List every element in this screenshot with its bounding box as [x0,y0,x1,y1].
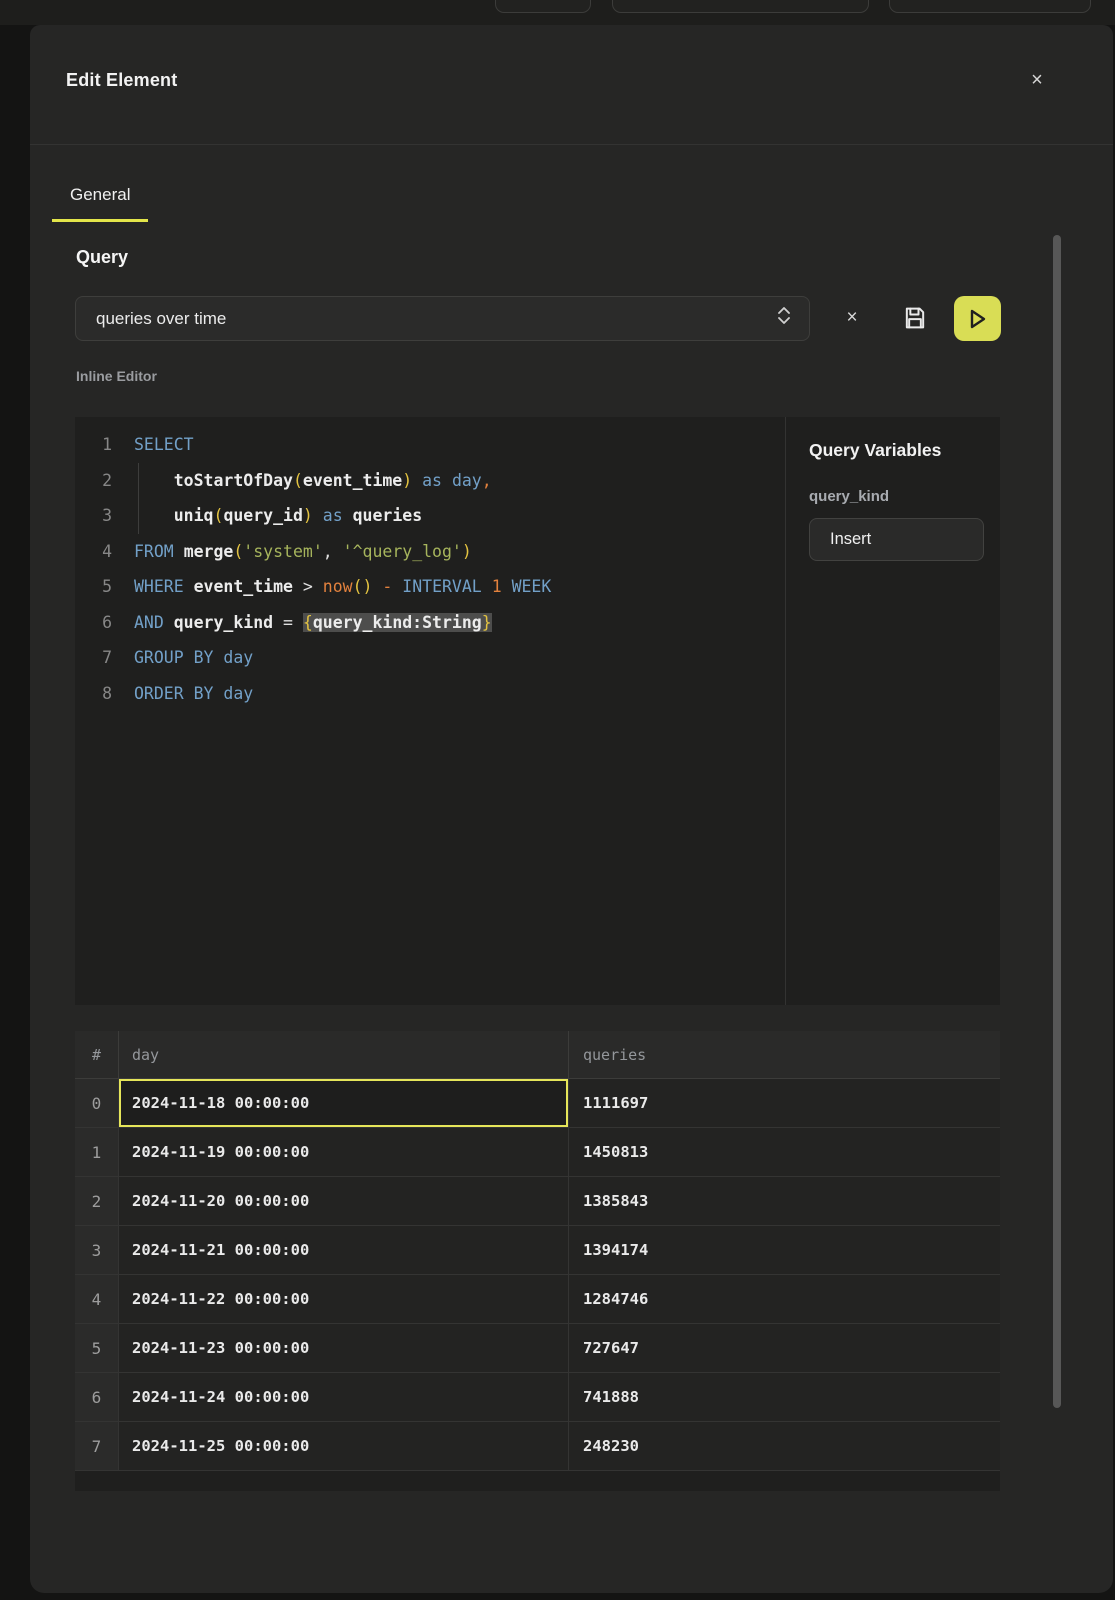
table-footer [75,1471,1000,1491]
code-line: 1SELECT [75,427,785,463]
line-number: 5 [75,569,112,605]
table-row: 02024-11-18 00:00:001111697 [75,1079,1000,1128]
run-query-button[interactable] [954,296,1001,341]
line-number: 3 [75,498,112,534]
day-cell[interactable]: 2024-11-20 00:00:00 [119,1177,569,1225]
line-number: 4 [75,534,112,570]
close-icon[interactable]: × [1022,65,1052,95]
queries-cell[interactable]: 1394174 [569,1226,1000,1274]
day-cell[interactable]: 2024-11-19 00:00:00 [119,1128,569,1176]
table-row: 62024-11-24 00:00:00741888 [75,1373,1000,1422]
save-icon[interactable] [901,304,931,334]
queries-cell[interactable]: 741888 [569,1373,1000,1421]
queries-cell[interactable]: 1450813 [569,1128,1000,1176]
inline-editor-label: Inline Editor [76,368,157,384]
table-body: 02024-11-18 00:00:00111169712024-11-19 0… [75,1079,1000,1471]
sql-code-editor[interactable]: 1SELECT2 toStartOfDay(event_time) as day… [75,417,785,1005]
table-header-row: # day queries [75,1031,1000,1079]
table-header-queries: queries [569,1031,1000,1078]
topbar-button[interactable] [889,0,1091,13]
table-row: 72024-11-25 00:00:00248230 [75,1422,1000,1471]
play-icon [968,308,988,330]
line-number: 7 [75,640,112,676]
day-cell[interactable]: 2024-11-25 00:00:00 [119,1422,569,1470]
modal-scrollbar-thumb[interactable] [1053,235,1061,1408]
day-cell-selected[interactable]: 2024-11-18 00:00:00 [119,1079,569,1127]
line-number: 6 [75,605,112,641]
code-line: 8ORDER BY day [75,676,785,712]
code-line: 5WHERE event_time > now() - INTERVAL 1 W… [75,569,785,605]
queries-cell[interactable]: 1284746 [569,1275,1000,1323]
row-index-cell[interactable]: 7 [75,1422,119,1470]
line-number: 8 [75,676,112,712]
row-index-cell[interactable]: 6 [75,1373,119,1421]
code-line: 3 uniq(query_id) as queries [75,498,785,534]
code-line: 2 toStartOfDay(event_time) as day, [75,463,785,499]
query-section-heading: Query [76,247,128,268]
day-cell[interactable]: 2024-11-22 00:00:00 [119,1275,569,1323]
inline-editor: 1SELECT2 toStartOfDay(event_time) as day… [75,417,1000,1005]
table-header-day: day [119,1031,569,1078]
code-line: 7GROUP BY day [75,640,785,676]
topbar-button[interactable] [495,0,591,13]
line-number: 2 [75,463,112,499]
queries-cell[interactable]: 1385843 [569,1177,1000,1225]
table-row: 32024-11-21 00:00:001394174 [75,1226,1000,1275]
variable-name-label: query_kind [809,488,982,505]
tab-general[interactable]: General [52,175,148,222]
day-cell[interactable]: 2024-11-24 00:00:00 [119,1373,569,1421]
insert-variable-button[interactable]: Insert [809,518,984,561]
row-index-cell[interactable]: 0 [75,1079,119,1127]
table-row: 12024-11-19 00:00:001450813 [75,1128,1000,1177]
queries-cell[interactable]: 248230 [569,1422,1000,1470]
edit-element-modal: Edit Element × General Query queries ove… [30,25,1113,1593]
row-index-cell[interactable]: 4 [75,1275,119,1323]
query-variables-panel: Query Variables query_kind Insert [785,417,1000,1005]
table-row: 22024-11-20 00:00:001385843 [75,1177,1000,1226]
query-select[interactable]: queries over time [75,296,810,341]
modal-header: Edit Element × [30,25,1113,145]
query-variables-title: Query Variables [809,440,982,461]
results-table: # day queries 02024-11-18 00:00:00111169… [75,1031,1000,1490]
row-index-cell[interactable]: 1 [75,1128,119,1176]
line-number: 1 [75,427,112,463]
table-header-index: # [75,1031,119,1078]
day-cell[interactable]: 2024-11-21 00:00:00 [119,1226,569,1274]
indent-guide [138,463,139,534]
queries-cell[interactable]: 727647 [569,1324,1000,1372]
queries-cell[interactable]: 1111697 [569,1079,1000,1127]
modal-title: Edit Element [66,70,177,91]
day-cell[interactable]: 2024-11-23 00:00:00 [119,1324,569,1372]
row-index-cell[interactable]: 2 [75,1177,119,1225]
row-index-cell[interactable]: 3 [75,1226,119,1274]
topbar-button[interactable] [612,0,869,13]
code-line: 6AND query_kind = {query_kind:String} [75,605,785,641]
query-toolbar: queries over time × [75,296,1001,341]
clear-query-icon[interactable]: × [837,303,867,333]
background-topbar [0,0,1115,25]
code-lines: 1SELECT2 toStartOfDay(event_time) as day… [75,427,785,711]
query-select-value: queries over time [96,309,226,328]
code-line: 4FROM merge('system', '^query_log') [75,534,785,570]
table-row: 42024-11-22 00:00:001284746 [75,1275,1000,1324]
row-index-cell[interactable]: 5 [75,1324,119,1372]
table-row: 52024-11-23 00:00:00727647 [75,1324,1000,1373]
chevron-up-down-icon [777,306,791,332]
